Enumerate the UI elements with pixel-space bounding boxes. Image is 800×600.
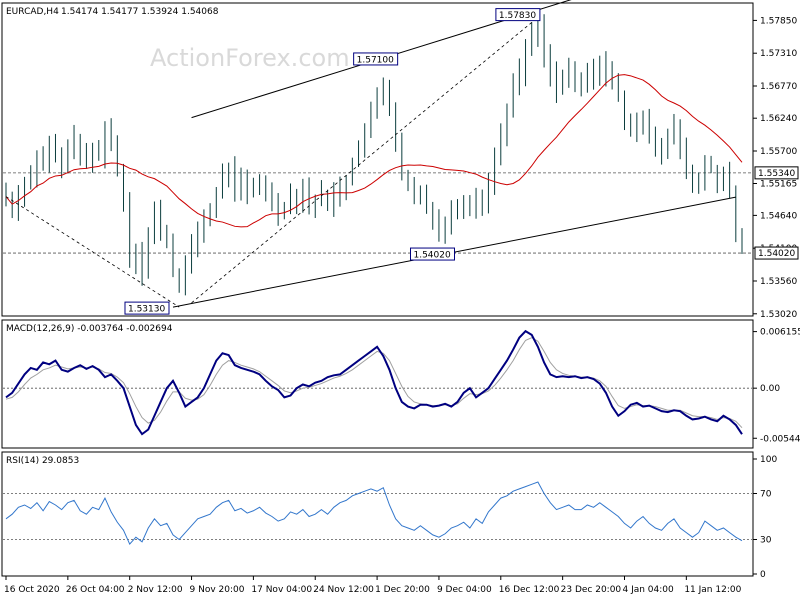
x-tick-0: 16 Oct 2020 (4, 585, 60, 595)
price-tick-3: 1.56240 (760, 114, 797, 124)
price-tick-9: 1.53020 (760, 310, 797, 320)
price-tick-8: 1.53560 (760, 277, 797, 287)
x-tick-8: 16 Dec 12:00 (499, 585, 560, 595)
x-tick-4: 17 Nov 04:00 (251, 585, 312, 595)
macd-tick-1: 0.00 (760, 384, 780, 394)
x-tick-11: 11 Jan 12:00 (684, 585, 741, 595)
price-tick-1: 1.57310 (760, 49, 797, 59)
annotation-label-2: 1.54020 (413, 251, 450, 261)
price-tick-4: 1.55700 (760, 147, 797, 157)
rsi-tick-3: 0 (760, 570, 766, 580)
x-tick-9: 23 Dec 20:00 (561, 585, 622, 595)
annotation-label-3: 1.53130 (128, 305, 165, 315)
rsi-tick-1: 70 (760, 490, 772, 500)
price-tick-2: 1.56770 (760, 82, 797, 92)
macd-title: MACD(12,26,9) -0.003764 -0.002694 (6, 324, 173, 334)
price-tick-0: 1.57850 (760, 16, 797, 26)
x-tick-5: 24 Nov 12:00 (313, 585, 374, 595)
eurcad-chart: ActionForex.com 1.57830 1.57100 1.54020 1.5… (0, 0, 800, 600)
rsi-tick-0: 100 (760, 455, 777, 465)
annotation-label-0: 1.57830 (499, 11, 536, 21)
rsi-title: RSI(14) 29.0853 (6, 456, 79, 466)
level-tag-0: 1.55340 (758, 169, 795, 179)
x-tick-1: 26 Oct 04:00 (66, 585, 125, 595)
x-tick-3: 9 Nov 20:00 (190, 585, 245, 595)
watermark: ActionForex.com (150, 44, 350, 72)
x-tick-6: 1 Dec 20:00 (375, 585, 430, 595)
macd-tick-2: -0.005449 (760, 434, 800, 444)
ohlc-label: 1.54174 1.54177 1.53924 1.54068 (61, 7, 219, 17)
x-tick-10: 4 Jan 04:00 (622, 585, 674, 595)
x-tick-2: 2 Nov 12:00 (128, 585, 183, 595)
price-tick-6: 1.54640 (760, 211, 797, 221)
price-tick-5: 1.55165 (760, 179, 797, 189)
annotation-label-1: 1.57100 (357, 55, 394, 65)
macd-tick-0: 0.006155 (760, 328, 800, 338)
symbol-label: EURCAD,H4 (6, 7, 59, 17)
x-tick-7: 9 Dec 04:00 (437, 585, 492, 595)
level-tag-1: 1.54020 (758, 249, 795, 259)
rsi-tick-2: 30 (760, 536, 772, 546)
